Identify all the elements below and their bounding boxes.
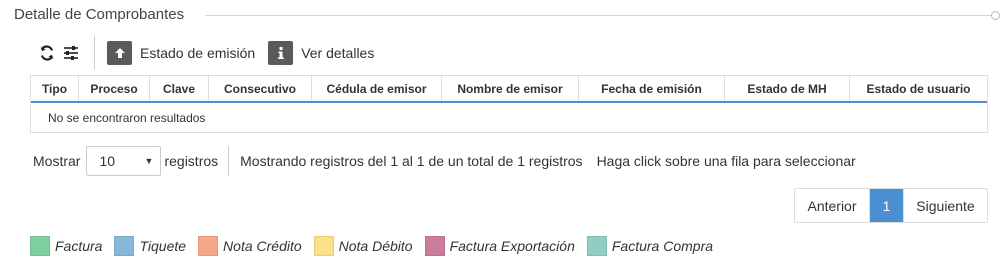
column-header-cedula-emisor[interactable]: Cédula de emisor <box>312 76 442 101</box>
legend-label-factura: Factura <box>55 238 103 254</box>
refresh-icon[interactable] <box>38 44 56 62</box>
column-header-fecha-emision[interactable]: Fecha de emisión <box>579 76 725 101</box>
column-header-clave[interactable]: Clave <box>150 76 209 101</box>
arrow-up-icon <box>107 41 132 65</box>
page-size-select[interactable]: 10 ▼ <box>86 146 162 176</box>
legend-item-factura: Factura <box>30 236 102 256</box>
records-info: Mostrando registros del 1 al 1 de un tot… <box>240 153 583 169</box>
grid-empty-message: No se encontraron resultados <box>48 110 206 125</box>
page-size-value: 10 <box>99 153 116 169</box>
pagination: Anterior 1 Siguiente <box>794 188 988 223</box>
sliders-icon[interactable] <box>62 44 80 62</box>
pager-separator <box>228 146 230 176</box>
records-label: registros <box>164 153 219 169</box>
ver-detalles-button[interactable]: Ver detalles <box>268 41 374 65</box>
toolbar-separator <box>94 36 95 70</box>
legend-label-factura-exportacion: Factura Exportación <box>449 238 575 254</box>
legend-label-nota-debito: Nota Débito <box>338 238 413 254</box>
show-label: Mostrar <box>33 153 81 169</box>
document-type-legend: Factura Tiquete Nota Crédito Nota Débito… <box>30 235 725 257</box>
column-header-estado-usuario[interactable]: Estado de usuario <box>850 76 987 101</box>
estado-emision-label: Estado de emisión <box>140 45 256 61</box>
legend-item-tiquete: Tiquete <box>114 236 186 256</box>
legend-swatch-factura-compra <box>586 236 607 256</box>
legend-swatch-nota-credito <box>198 236 219 256</box>
toolbar: Estado de emisión Ver detalles <box>38 36 387 70</box>
legend-swatch-factura-exportacion <box>424 236 445 256</box>
legend-item-factura-exportacion: Factura Exportación <box>424 236 575 256</box>
comprobantes-grid: Tipo Proceso Clave Consecutivo Cédula de… <box>30 75 988 133</box>
info-icon <box>268 41 294 65</box>
grid-header: Tipo Proceso Clave Consecutivo Cédula de… <box>31 76 987 103</box>
legend-swatch-tiquete <box>114 236 135 256</box>
column-header-proceso[interactable]: Proceso <box>79 76 150 101</box>
section-title: Detalle de Comprobantes <box>14 6 195 23</box>
column-header-consecutivo[interactable]: Consecutivo <box>209 76 312 101</box>
legend-item-factura-compra: Factura Compra <box>586 236 714 256</box>
legend-label-nota-credito: Nota Crédito <box>223 238 302 254</box>
caret-down-icon: ▼ <box>144 156 154 166</box>
column-header-nombre-emisor[interactable]: Nombre de emisor <box>442 76 579 101</box>
legend-swatch-factura <box>30 236 50 256</box>
section-divider <box>205 15 994 16</box>
column-header-estado-mh[interactable]: Estado de MH <box>725 76 850 101</box>
legend-item-nota-debito: Nota Débito <box>313 236 413 256</box>
legend-item-nota-credito: Nota Crédito <box>198 236 302 256</box>
pager-info: Mostrar 10 ▼ registros Mostrando registr… <box>33 146 856 176</box>
column-header-tipo[interactable]: Tipo <box>31 76 79 101</box>
legend-label-tiquete: Tiquete <box>139 238 187 254</box>
section-end-dot <box>991 11 1000 20</box>
ver-detalles-label: Ver detalles <box>301 45 375 61</box>
legend-label-factura-compra: Factura Compra <box>611 238 714 254</box>
estado-emision-button[interactable]: Estado de emisión <box>107 41 255 65</box>
legend-swatch-nota-debito <box>313 236 334 256</box>
next-page-button[interactable]: Siguiente <box>903 189 987 222</box>
previous-page-button[interactable]: Anterior <box>795 189 870 222</box>
page-1-button[interactable]: 1 <box>870 189 903 222</box>
select-hint: Haga click sobre una fila para seleccion… <box>596 153 856 169</box>
